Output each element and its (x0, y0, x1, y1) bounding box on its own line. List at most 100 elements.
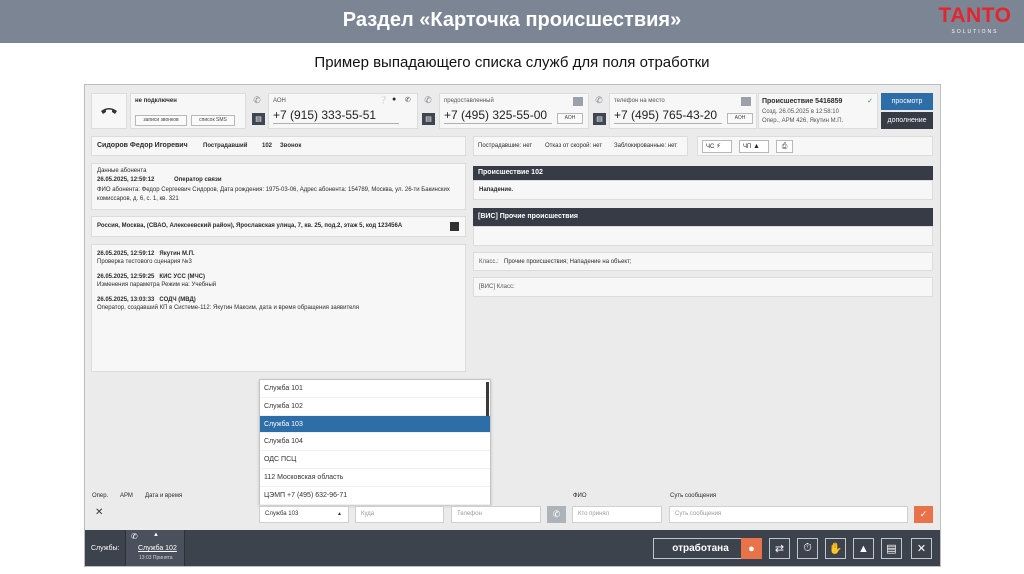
onsite-number: +7 (495) 765-43-20 (614, 108, 718, 122)
brand-logo: TANTO SOLUTIONS (934, 4, 1016, 35)
dropdown-option[interactable]: Служба 102 (260, 398, 490, 416)
subscriber-text: ФИО абонента: Федор Сергеевич Сидоров, Д… (97, 187, 450, 202)
log-date: 26.05.2025, 12:59:12 (97, 251, 155, 257)
incident-card-app: не подключен записи звонков список SMS ✆… (84, 84, 941, 567)
vis-class-label: [ВИС] Класс: (479, 284, 515, 290)
vis-class-row: [ВИС] Класс: (473, 277, 933, 297)
map-icon[interactable] (450, 222, 459, 231)
handset-small-icon[interactable]: ✆ (405, 96, 411, 104)
aon-number: +7 (915) 333-55-51 (273, 108, 377, 122)
edit-icon[interactable]: ✓ (867, 97, 873, 105)
service-tab-label: Служба 102 (138, 545, 177, 552)
phone-input[interactable]: Телефон (451, 506, 541, 523)
view-button[interactable]: просмотр (881, 93, 933, 110)
call-records-button[interactable]: записи звонков (135, 115, 187, 126)
received-by-input[interactable]: Кто принял (572, 506, 662, 523)
add-button[interactable]: дополнение (881, 112, 933, 129)
aon-panel: АОН ❔ ● ✆ +7 (915) 333-55-51 (268, 93, 418, 129)
services-label: Службы: (91, 545, 120, 552)
slide-header: Раздел «Карточка происшествия» TANTO SOL… (0, 0, 1024, 43)
call-control[interactable] (91, 93, 127, 129)
provided-number: +7 (495) 325-55-00 (444, 108, 548, 122)
close-icon[interactable]: ✕ (95, 507, 103, 518)
subscriber-date: 26.05.2025, 12:59:12 (97, 177, 155, 183)
phone-tab-icon: ✆ (131, 532, 138, 541)
line-status-panel: не подключен записи звонков список SMS (130, 93, 246, 129)
hand-icon[interactable]: ✋ (825, 538, 846, 559)
vis-panel (473, 226, 933, 246)
print-icon[interactable]: ⎙ (776, 140, 793, 153)
service-tab[interactable]: ✆ ▲ Служба 102 13:03 Принята (125, 530, 185, 566)
service-select[interactable]: Служба 103 ▲ (259, 506, 349, 523)
timer-icon[interactable]: ⏱ (797, 538, 818, 559)
col-datetime: Дата и время (145, 493, 183, 499)
onsite-aon-tag[interactable]: АОН (727, 113, 753, 124)
where-input[interactable]: Куда (355, 506, 444, 523)
dropdown-scrollbar[interactable] (486, 382, 489, 416)
incident-title: Происшествие 5416859 (762, 98, 843, 105)
incident-operator: Опер., АРМ 426, Якутин М.П. (762, 118, 844, 124)
incident-created: Созд. 26.05.2025 в 12:58:10 (762, 109, 839, 115)
chat-icon[interactable]: ▤ (252, 113, 265, 125)
log-entry: 26.05.2025, 13:03:33 СОДЧ (МВД) Оператор… (97, 297, 359, 311)
class-value: Прочие происшествия; Нападение на объект… (504, 259, 632, 265)
incident-type-bar: Происшествие 102 (473, 166, 933, 180)
caller-code: 102 (262, 143, 273, 149)
call-icon[interactable]: ✆ (547, 506, 566, 523)
ambulance-status: Отказ от скорой: нет (545, 143, 603, 149)
address-text: Россия, Москва, (СВАО, Алексеевский райо… (97, 223, 403, 229)
help-icon[interactable]: ❔ (379, 96, 388, 104)
message-input[interactable]: Суть сообщения (669, 506, 908, 523)
victims-status: Пострадавшие: нет (478, 143, 533, 149)
col-arm: АРМ (120, 493, 133, 499)
confirm-icon[interactable]: ✓ (914, 506, 933, 523)
slide-title: Раздел «Карточка происшествия» (342, 9, 682, 31)
chevron-up-icon[interactable]: ▲ (153, 532, 159, 538)
link-icon[interactable]: ⇄ (769, 538, 790, 559)
onsite-underline (614, 123, 722, 124)
dropdown-option[interactable]: 112 Московская область (260, 469, 490, 487)
warning-icon: ▲ (752, 143, 760, 150)
log-text: Проверка тестового сценария №3 (97, 259, 192, 265)
chat-icon-3[interactable]: ▤ (593, 113, 606, 125)
sms-list-button[interactable]: список SMS (191, 115, 235, 126)
aon-label: АОН (273, 98, 286, 104)
log-entry: 26.05.2025, 12:59:25 КИС УСС (МЧС) Измен… (97, 274, 216, 288)
message-icon[interactable]: ▤ (881, 538, 902, 559)
slide-subtitle: Пример выпадающего списка служб для поля… (314, 54, 710, 71)
provided-aon-tag[interactable]: АОН (557, 113, 583, 124)
chp-label: ЧП (743, 144, 752, 150)
dropdown-option-selected[interactable]: Служба 103 (260, 415, 490, 434)
log-date: 26.05.2025, 13:03:33 (97, 297, 155, 303)
location-icon[interactable]: ● (741, 538, 762, 559)
subscriber-panel: Данные абонента 26.05.2025, 12:59:12 Опе… (91, 163, 466, 210)
aon-underline (273, 123, 399, 124)
done-button[interactable]: отработана (653, 538, 748, 559)
dropdown-option[interactable]: ЦЭМП +7 (495) 632-96-71 (260, 487, 490, 505)
services-dropdown[interactable]: Служба 101 Служба 102 Служба 103 Служба … (259, 379, 491, 505)
log-text: Оператор, создавший КП в Системе-112: Як… (97, 305, 360, 311)
chs-button[interactable]: ЧС ⚡ (702, 140, 732, 153)
alarm-icon[interactable]: ▲ (853, 538, 874, 559)
address-row[interactable]: Россия, Москва, (СВАО, Алексеевский райо… (91, 216, 466, 237)
line-status: не подключен (135, 98, 177, 104)
incident-info-panel: Происшествие 5416859 ✓ Созд. 26.05.2025 … (758, 93, 878, 129)
col-fio: ФИО (573, 493, 587, 499)
caller-row[interactable]: Сидоров Федор Игоревич Пострадавший 102 … (91, 136, 466, 156)
brand-sub: SOLUTIONS (951, 29, 999, 35)
copy-icon[interactable] (573, 97, 583, 106)
log-author: КИС УСС (МЧС) (159, 274, 205, 280)
dropdown-option[interactable]: Служба 101 (260, 380, 490, 398)
log-date: 26.05.2025, 12:59:25 (97, 274, 155, 280)
onsite-label: телефон на место (614, 98, 665, 104)
chp-button[interactable]: ЧП ▲ (739, 140, 769, 153)
dropdown-option[interactable]: Служба 104 (260, 433, 490, 452)
status-line: Пострадавшие: нет Отказ от скорой: нет З… (473, 136, 688, 156)
location-pin-icon[interactable]: ● (392, 96, 396, 103)
event-log-panel: 26.05.2025, 12:59:12 Якутин М.П. Проверк… (91, 244, 466, 372)
close-window-icon[interactable]: ✕ (911, 538, 932, 559)
dropdown-option[interactable]: ОДС ПСЦ (260, 451, 490, 469)
chat-icon-2[interactable]: ▤ (422, 113, 435, 125)
incident-description: Нападение. (473, 180, 933, 200)
copy-icon-2[interactable] (741, 97, 751, 106)
